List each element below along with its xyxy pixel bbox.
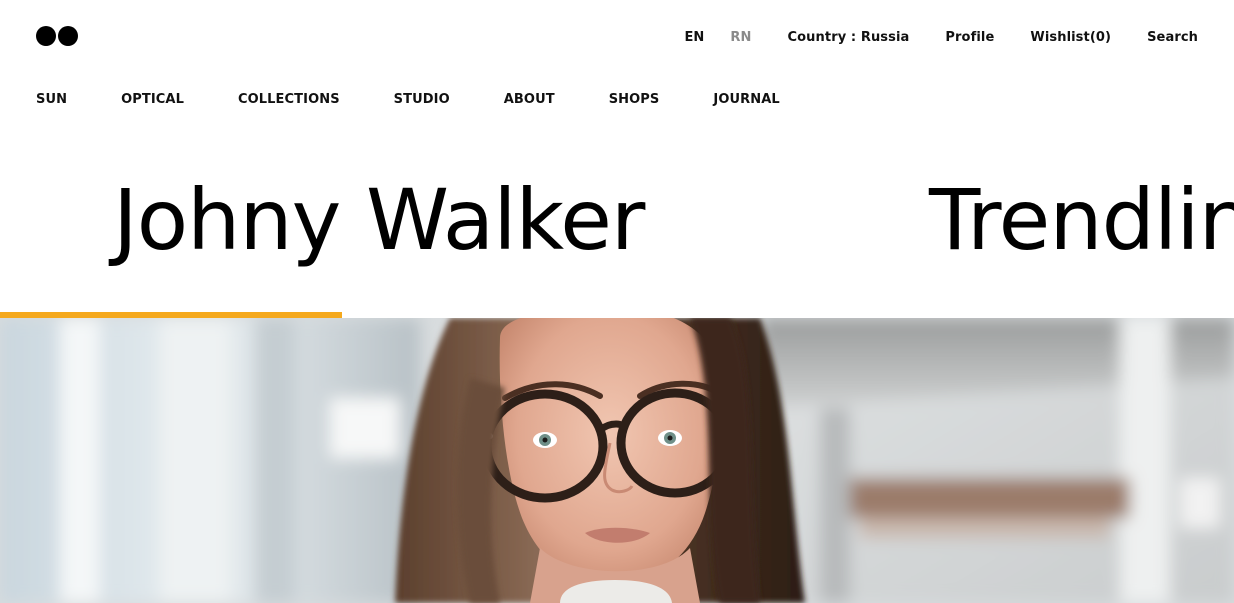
nav-item-shops[interactable]: SHOPS bbox=[609, 92, 660, 107]
logo-dot-left bbox=[36, 26, 56, 46]
hero-slider-titles: Johny Walker Trendlin bbox=[0, 168, 1234, 278]
slide-title-next[interactable]: Trendlin bbox=[929, 168, 1234, 272]
logo-dot-right bbox=[58, 26, 78, 46]
nav-item-studio[interactable]: STUDIO bbox=[394, 92, 450, 107]
slide-title-current[interactable]: Johny Walker bbox=[113, 168, 645, 272]
brand-logo[interactable] bbox=[36, 26, 78, 46]
profile-link[interactable]: Profile bbox=[945, 30, 994, 45]
country-selector[interactable]: Country : Russia bbox=[788, 30, 910, 45]
language-rn-link[interactable]: RN bbox=[730, 30, 751, 45]
nav-item-sun[interactable]: SUN bbox=[36, 92, 67, 107]
page: EN RN Country : Russia Profile Wishlist(… bbox=[0, 0, 1234, 603]
nav-item-about[interactable]: ABOUT bbox=[504, 92, 555, 107]
top-utility-nav: EN RN Country : Russia Profile Wishlist(… bbox=[684, 29, 1198, 45]
wishlist-link[interactable]: Wishlist(0) bbox=[1030, 30, 1111, 45]
search-link[interactable]: Search bbox=[1147, 30, 1198, 45]
nav-item-optical[interactable]: OPTICAL bbox=[121, 92, 184, 107]
hero-image bbox=[0, 318, 1234, 603]
language-en-link[interactable]: EN bbox=[684, 30, 704, 45]
nav-item-collections[interactable]: COLLECTIONS bbox=[238, 92, 340, 107]
nav-item-journal[interactable]: JOURNAL bbox=[713, 92, 779, 107]
hero-photo-woman-with-glasses bbox=[0, 318, 1234, 603]
main-nav: SUN OPTICAL COLLECTIONS STUDIO ABOUT SHO… bbox=[36, 92, 780, 107]
